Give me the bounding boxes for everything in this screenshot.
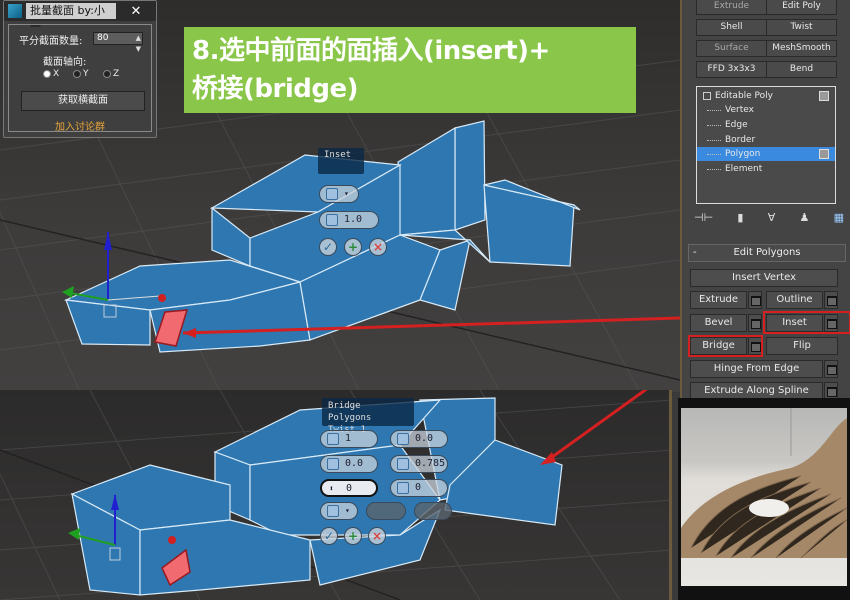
axis-radio-x[interactable]: X (43, 69, 59, 79)
segments-icon (327, 433, 339, 445)
banner-line-1: 8.选中前面的面插入(insert)+ (192, 36, 550, 66)
stack-item-element[interactable]: Element (697, 162, 835, 176)
inset-amount-icon (326, 214, 338, 226)
twist-icon (397, 482, 409, 494)
checkmark-icon[interactable]: ✓ (319, 238, 337, 256)
parametric-bench-image (681, 408, 847, 559)
bridge-twist-field[interactable]: ⬍ 0 (320, 479, 378, 497)
axis-radio-y[interactable]: Y (73, 69, 89, 79)
hinge-from-edge-button[interactable]: Hinge From Edge (690, 360, 823, 378)
modifier-button[interactable]: Edit Poly (766, 0, 837, 15)
edit-polygons-rollout[interactable]: - Edit Polygons (688, 244, 846, 262)
axis-radio-z[interactable]: Z (103, 69, 119, 79)
bridge-segments-field[interactable]: 1 (320, 430, 378, 448)
stack-item-border[interactable]: Border (697, 133, 835, 147)
x-icon[interactable]: × (369, 238, 387, 256)
get-sections-button[interactable]: 获取横截面 (21, 91, 145, 111)
banner-line-2: 桥接(bridge) (192, 74, 358, 104)
make-unique-icon[interactable]: ∀ (768, 211, 776, 224)
outline-settings-icon[interactable] (824, 291, 838, 309)
section-count-spinner[interactable]: 80 ▲ ▼ (93, 32, 143, 53)
inset-amount-field[interactable]: 1.0 (319, 211, 379, 229)
modifier-button[interactable]: Surface (696, 40, 767, 57)
checkmark-icon[interactable]: ✓ (320, 527, 338, 545)
bevel-button[interactable]: Bevel (690, 314, 747, 332)
modifier-button[interactable]: Twist (766, 19, 837, 36)
extrude-settings-icon[interactable] (748, 291, 762, 309)
inset-highlight (763, 311, 850, 334)
bridge-twist2-field[interactable]: 0 (390, 479, 448, 497)
modifier-button[interactable]: FFD 3x3x3 (696, 61, 767, 78)
pick-polygon-1-button[interactable] (366, 502, 406, 520)
inset-caddy-title: Inset (318, 148, 364, 174)
stack-item-polygon[interactable]: Polygon (697, 147, 835, 161)
bridge-mode-icon (327, 505, 339, 517)
reference-photo (678, 398, 850, 600)
command-panel: Extrude Edit Poly Shell Twist Surface Me… (680, 0, 850, 400)
pick-polygon-2-button[interactable] (414, 502, 452, 520)
bias-icon (327, 458, 339, 470)
dialog-title: 批量截面 by:小一 (26, 3, 116, 33)
bevel-settings-icon[interactable] (748, 314, 762, 332)
show-end-result-icon[interactable]: ▮ (737, 211, 743, 224)
modifier-button[interactable]: Shell (696, 19, 767, 36)
plus-icon[interactable]: + (344, 527, 362, 545)
modifier-stack: Editable Poly Vertex Edge Border Polygon… (696, 86, 836, 204)
pin-stack-icon[interactable]: ⊣⊢ (694, 211, 713, 224)
outline-button[interactable]: Outline (766, 291, 823, 309)
inset-group-dropdown[interactable]: ▾ (319, 185, 359, 203)
bridge-caddy-title: Bridge Polygons Twist 1 (322, 398, 414, 435)
stack-item-editable-poly[interactable]: Editable Poly (697, 89, 835, 103)
spinner-arrows-icon[interactable]: ▲ ▼ (136, 33, 141, 55)
bridge-mode-dropdown[interactable]: ▾ (320, 502, 358, 520)
boat-mesh-bridged[interactable] (70, 397, 563, 596)
taper-icon (397, 433, 409, 445)
join-group-link[interactable]: 加入讨论群 (9, 118, 151, 133)
stack-toolbar: ⊣⊢ ▮ ∀ ♟ ▦ (694, 208, 844, 226)
viewport-bottom[interactable]: Bridge Polygons Twist 1 1 0.0 0.0 0.785 … (0, 390, 672, 600)
viewport-top[interactable]: Inset ▾ 1.0 ✓ + × 批量截面 by:小一 ✕ 平分截面数量: 8… (0, 0, 680, 392)
configure-sets-icon[interactable]: ▦ (834, 211, 844, 224)
max-logo-icon (8, 4, 22, 18)
collapse-icon[interactable] (703, 92, 711, 100)
hinge-settings-icon[interactable] (824, 360, 838, 378)
stack-item-edge[interactable]: Edge (697, 118, 835, 132)
x-icon[interactable]: × (368, 527, 386, 545)
bridge-taper-field[interactable]: 0.0 (390, 430, 448, 448)
toggle-icon[interactable] (819, 91, 829, 101)
flip-button[interactable]: Flip (766, 337, 838, 355)
group-icon (326, 188, 338, 200)
toggle-icon[interactable] (819, 149, 829, 159)
section-count-label: 平分截面数量: (19, 36, 83, 47)
close-icon[interactable]: ✕ (116, 4, 156, 19)
remove-modifier-icon[interactable]: ♟ (799, 211, 809, 224)
modifier-button[interactable]: MeshSmooth (766, 40, 837, 57)
arrow-to-bridge (547, 390, 648, 462)
extrude-button[interactable]: Extrude (690, 291, 747, 309)
stack-item-vertex[interactable]: Vertex (697, 103, 835, 117)
dialog-titlebar[interactable]: 批量截面 by:小一 ✕ (4, 1, 156, 33)
bridge-highlight (688, 335, 763, 357)
batch-section-dialog: 批量截面 by:小一 ✕ 平分截面数量: 80 ▲ ▼ 截面轴向: X Y Z 获取… (3, 0, 157, 138)
axis-label: 截面轴向: (43, 57, 87, 68)
bridge-bias-field[interactable]: 0.0 (320, 455, 378, 473)
spinner-icon: ⬍ (329, 484, 334, 493)
modifier-button[interactable]: Extrude (696, 0, 767, 15)
plus-icon[interactable]: + (344, 238, 362, 256)
insert-vertex-button[interactable]: Insert Vertex (690, 269, 838, 287)
modifier-button[interactable]: Bend (766, 61, 837, 78)
bridge-smooth-field[interactable]: 0.785 (390, 455, 448, 473)
smooth-icon (397, 458, 409, 470)
step-banner: 8.选中前面的面插入(insert)+ 桥接(bridge) (184, 27, 636, 113)
